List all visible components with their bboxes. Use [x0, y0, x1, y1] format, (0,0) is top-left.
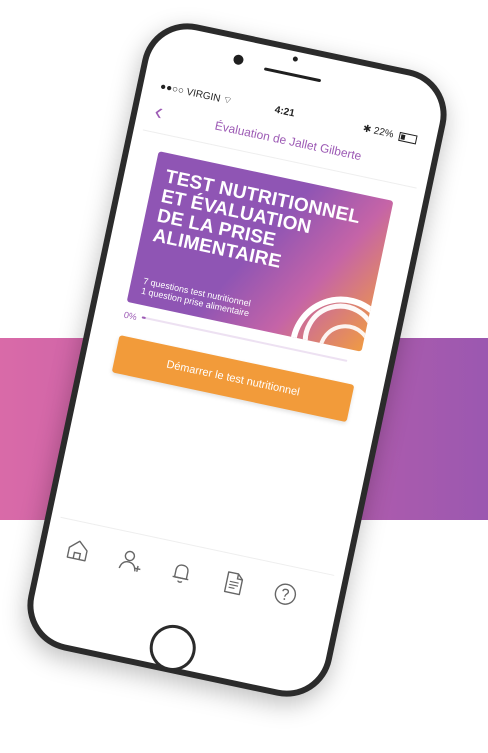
chevron-left-icon: ‹ — [152, 97, 166, 126]
start-test-button[interactable]: Démarrer le test nutritionnel — [111, 335, 355, 423]
phone-mockup: ●●○○ VIRGIN ⌔ 4:21 ✱ 22% ‹ Évaluation de… — [18, 14, 456, 706]
concentric-arcs-icon — [289, 296, 381, 352]
battery-percent: 22% — [372, 125, 395, 141]
help-icon[interactable] — [269, 578, 302, 611]
progress-label: 0% — [122, 309, 138, 323]
app-screen: ●●○○ VIRGIN ⌔ 4:21 ✱ 22% ‹ Évaluation de… — [46, 74, 429, 640]
status-time: 4:21 — [273, 104, 296, 120]
document-icon[interactable] — [217, 567, 250, 600]
add-user-icon[interactable] — [113, 545, 146, 578]
back-button[interactable]: ‹ — [152, 97, 180, 128]
wifi-icon: ⌔ — [221, 94, 234, 108]
progress-fill — [141, 316, 146, 320]
battery-icon — [398, 131, 418, 145]
home-icon[interactable] — [61, 533, 94, 566]
page: ●●○○ VIRGIN ⌔ 4:21 ✱ 22% ‹ Évaluation de… — [0, 0, 488, 753]
bell-icon[interactable] — [165, 556, 198, 589]
